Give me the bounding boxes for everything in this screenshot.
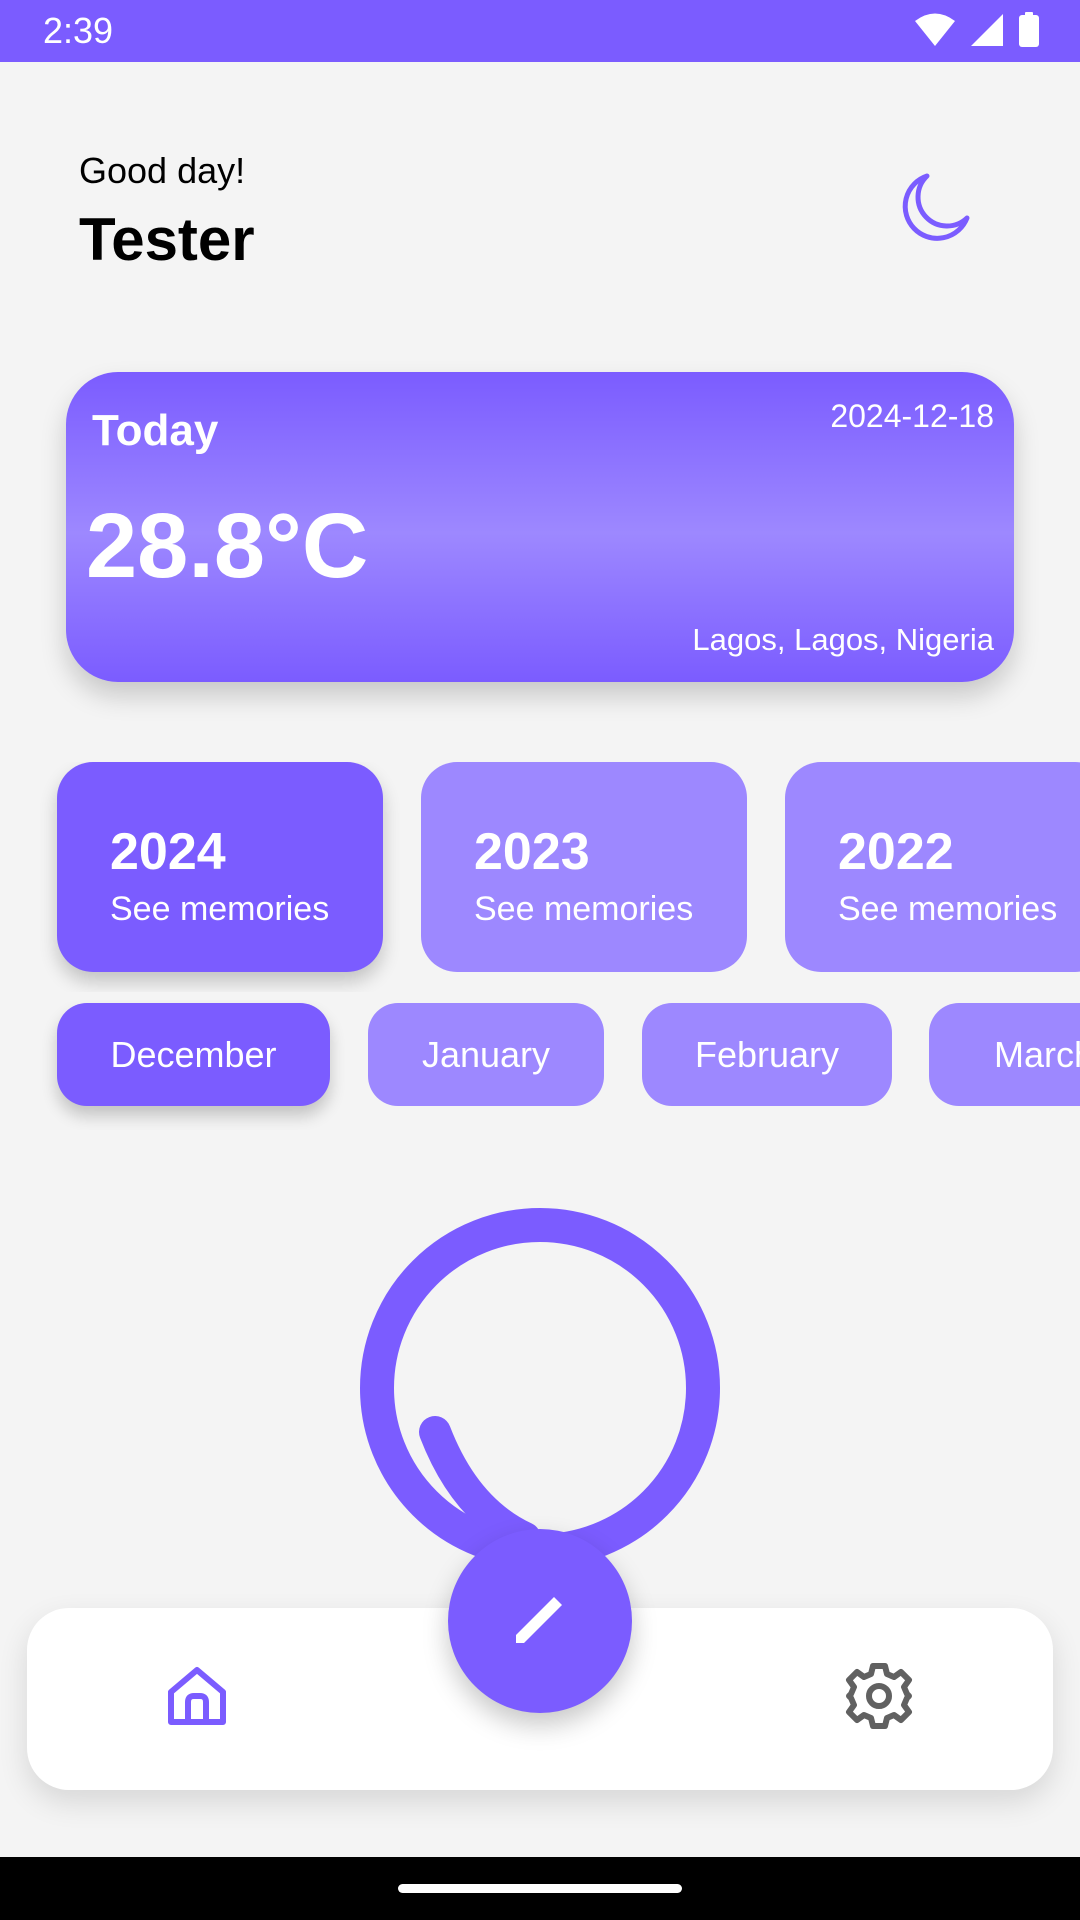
month-chip-december[interactable]: December xyxy=(57,1003,330,1106)
year-card-title: 2023 xyxy=(474,823,590,881)
year-card-title: 2024 xyxy=(110,823,226,881)
weather-today-label: Today xyxy=(92,406,219,455)
year-card-subtitle: See memories xyxy=(838,890,1058,928)
username-text: Tester xyxy=(79,206,255,273)
home-gesture-handle[interactable] xyxy=(398,1884,682,1893)
weather-temperature: 28.8°C xyxy=(86,495,369,597)
moon-icon xyxy=(897,170,973,251)
year-cards-row: 2024 See memories 2023 See memories 2022… xyxy=(0,762,1080,992)
signal-icon xyxy=(970,13,1004,52)
app-screen: 2:39 Good day! Tester Today 2024-12-18 2… xyxy=(0,0,1080,1920)
system-navigation-bar xyxy=(0,1857,1080,1920)
weather-location: Lagos, Lagos, Nigeria xyxy=(692,622,994,657)
settings-icon xyxy=(845,1662,913,1735)
month-chip-january[interactable]: January xyxy=(368,1003,604,1106)
battery-icon xyxy=(1018,12,1040,53)
year-card-2022[interactable]: 2022 See memories xyxy=(785,762,1080,972)
status-icons xyxy=(914,12,1040,53)
weather-card: Today 2024-12-18 28.8°C Lagos, Lagos, Ni… xyxy=(66,372,1014,682)
year-card-subtitle: See memories xyxy=(110,890,330,928)
year-card-2023[interactable]: 2023 See memories xyxy=(421,762,747,972)
month-chip-march[interactable]: March xyxy=(929,1003,1080,1106)
month-chip-february[interactable]: February xyxy=(642,1003,892,1106)
year-card-subtitle: See memories xyxy=(474,890,694,928)
new-entry-fab[interactable] xyxy=(448,1529,632,1713)
nav-settings-button[interactable] xyxy=(839,1658,919,1738)
wifi-icon xyxy=(914,12,956,53)
month-chips-row: December January February March xyxy=(0,1000,1080,1130)
year-card-2024[interactable]: 2024 See memories xyxy=(57,762,383,972)
status-time: 2:39 xyxy=(43,10,114,51)
status-bar: 2:39 xyxy=(0,0,1080,62)
home-icon xyxy=(165,1664,229,1733)
year-card-title: 2022 xyxy=(838,823,954,881)
greeting-text: Good day! xyxy=(79,150,246,191)
theme-toggle-button[interactable] xyxy=(895,170,975,250)
pencil-icon xyxy=(508,1587,572,1656)
nav-home-button[interactable] xyxy=(157,1658,237,1738)
weather-date: 2024-12-18 xyxy=(830,398,994,434)
